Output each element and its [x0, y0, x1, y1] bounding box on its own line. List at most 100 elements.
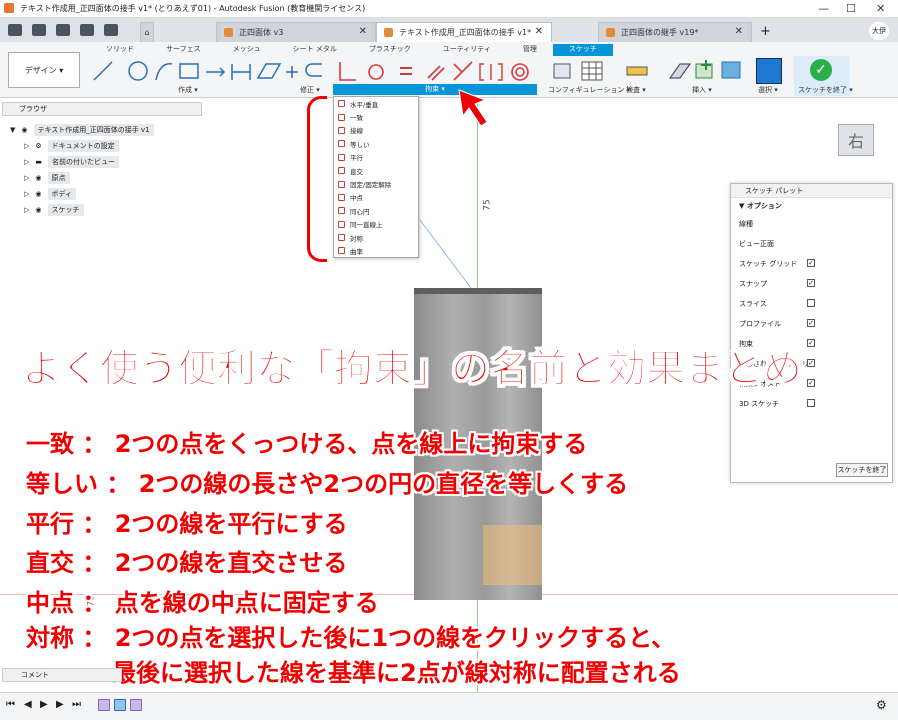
design-workspace-button[interactable]: デザイン ▾ [8, 52, 80, 88]
component-icon [606, 28, 615, 37]
plane-tool-icon [256, 63, 282, 79]
tab-solid[interactable]: ソリッド [90, 44, 150, 56]
checkbox[interactable]: ✓ [807, 259, 815, 267]
maximize-button[interactable]: ☐ [846, 2, 856, 15]
create-tools[interactable] [88, 58, 298, 86]
timeline-prev-icon[interactable]: ◀ [24, 699, 32, 710]
redo-icon[interactable] [104, 24, 118, 36]
equal-icon [400, 67, 412, 75]
tree-root[interactable]: ▼ ◉ テキスト作成用_正四面体の接手 v1 [10, 122, 154, 138]
timeline-next-icon[interactable]: ▶ [56, 699, 64, 710]
tab-sketch[interactable]: スケッチ [552, 44, 613, 56]
finish-sketch-group-label[interactable]: スケッチを終了 ▾ [798, 85, 853, 95]
arc-tool-icon [155, 63, 173, 81]
home-tab-icon[interactable]: ⌂ [140, 22, 154, 42]
dimension-leader [419, 219, 475, 293]
tree-item[interactable]: ▷ ◉ スケッチ [10, 202, 154, 218]
expand-icon: ▷ [24, 190, 30, 198]
tab-utility[interactable]: ユーティリティ [427, 44, 507, 56]
tab-plastic[interactable]: プラスチック [353, 44, 427, 56]
doc-tab[interactable]: 正四面体の継手 v19* ✕ [598, 22, 752, 42]
select-icon[interactable] [756, 58, 782, 84]
finish-sketch-button[interactable]: スケッチを終了 [836, 463, 888, 477]
timeline-end-icon[interactable]: ⏭ [72, 699, 81, 710]
gear-icon[interactable]: ⚙ [876, 698, 887, 712]
constraints-group-label[interactable]: 拘束 ▾ [333, 84, 537, 95]
menu-item[interactable]: 対称 [334, 231, 418, 244]
insert-icons[interactable] [666, 58, 746, 84]
insert-group-label[interactable]: 挿入 ▾ [692, 85, 712, 95]
timeline-play-icon[interactable]: ▶ [40, 699, 48, 710]
tree-item[interactable]: ▷ ▬ 名前の付いたビュー [10, 154, 154, 170]
tree-item[interactable]: ▷ ◉ 原点 [10, 170, 154, 186]
extrude-feature-icon[interactable] [114, 699, 126, 711]
checkbox[interactable] [807, 399, 815, 407]
menu-item[interactable]: 等しい [334, 137, 418, 150]
offset-tool-icon[interactable] [302, 60, 328, 82]
palette-section[interactable]: ▼ オプション [731, 198, 892, 214]
configuration-group-label[interactable]: コンフィギュレーション ▾ [548, 85, 630, 95]
tab-mesh[interactable]: メッシュ [217, 44, 277, 56]
browser-header[interactable]: ブラウザ [2, 102, 202, 116]
tree-item-label: ボディ [47, 188, 77, 200]
menu-item[interactable]: 同心円 [334, 204, 418, 217]
close-button[interactable]: ✕ [876, 2, 885, 15]
undo-icon[interactable] [80, 24, 94, 36]
inspect-group-label[interactable]: 検査 ▾ [626, 85, 646, 95]
palette-header[interactable]: スケッチ パレット [731, 184, 892, 198]
menu-item[interactable]: 固定/固定解除 [334, 177, 418, 190]
dimension-tool-icon [231, 64, 251, 80]
close-tab-icon[interactable]: ✕ [535, 26, 543, 37]
timeline: ⏮ ◀ ▶ ▶ ⏭ ⚙ [0, 692, 898, 720]
minimize-button[interactable]: — [818, 2, 829, 15]
measure-icon[interactable] [626, 62, 648, 80]
palette-row: ビュー正面 [739, 240, 774, 248]
doc-tab[interactable]: 正四面体 v3 ✕ [216, 22, 376, 42]
tab-surface[interactable]: サーフェス [150, 44, 217, 56]
tree-item[interactable]: ▷ ◉ ボディ [10, 186, 154, 202]
browser-tree: ▼ ◉ テキスト作成用_正四面体の接手 v1 ▷ ⚙ ドキュメントの設定 ▷ ▬ 名前の付い… [10, 122, 154, 218]
grid-menu-icon[interactable] [8, 24, 22, 36]
quick-access-toolbar [0, 18, 216, 42]
comments-panel[interactable]: コメント [2, 668, 122, 682]
sketch-feature-icon[interactable] [98, 699, 110, 711]
menu-item[interactable]: 同一直線上 [334, 218, 418, 231]
create-group-label[interactable]: 作成 ▾ [178, 85, 198, 95]
close-tab-icon[interactable]: ✕ [735, 26, 743, 37]
overlay-line: 中点 ： 点を線の中点に固定する [26, 589, 379, 617]
menu-item[interactable]: 曲率 [334, 244, 418, 257]
menu-item[interactable]: 水平/垂直 [334, 97, 418, 110]
checkbox[interactable]: ✓ [807, 279, 815, 287]
close-tab-icon[interactable]: ✕ [359, 26, 367, 37]
modify-group-label[interactable]: 修正 ▾ [300, 85, 320, 95]
select-group-label[interactable]: 選択 ▾ [758, 85, 778, 95]
save-icon[interactable] [56, 24, 70, 36]
menu-item[interactable]: 平行 [334, 151, 418, 164]
new-tab-icon[interactable]: + [760, 24, 771, 39]
avatar[interactable]: 大伊 [869, 22, 889, 40]
checkbox[interactable]: ✓ [807, 319, 815, 327]
menu-item[interactable]: 接線 [334, 124, 418, 137]
menu-item[interactable]: 直交 [334, 164, 418, 177]
palette-row: スナップ ✓ [739, 279, 815, 288]
expand-icon: ▷ [24, 206, 30, 214]
sketch-profile[interactable] [483, 525, 542, 585]
dimension-label[interactable]: 75 [483, 199, 493, 210]
annotation-brace [307, 96, 327, 262]
file-icon[interactable] [32, 24, 46, 36]
tab-manage[interactable]: 管理 [507, 44, 553, 56]
menu-item[interactable]: 中点 [334, 191, 418, 204]
viewcube[interactable]: 右 [838, 124, 874, 156]
checkmark-icon[interactable]: ✓ [810, 59, 832, 81]
sketch-feature-icon[interactable] [130, 699, 142, 711]
timeline-start-icon[interactable]: ⏮ [6, 699, 15, 710]
configuration-icons[interactable] [550, 58, 608, 84]
menu-item[interactable]: 一致 [334, 110, 418, 123]
doc-tab-active[interactable]: テキスト作成用_正四面体の接手 v1* ✕ [376, 22, 552, 42]
constraint-icon [338, 153, 345, 161]
tab-sheet-metal[interactable]: シート メタル [277, 44, 353, 56]
constraint-tools[interactable] [334, 58, 538, 84]
tree-item[interactable]: ▷ ⚙ ドキュメントの設定 [10, 138, 154, 154]
browser-title: ブラウザ [19, 105, 47, 113]
checkbox[interactable] [807, 299, 815, 307]
